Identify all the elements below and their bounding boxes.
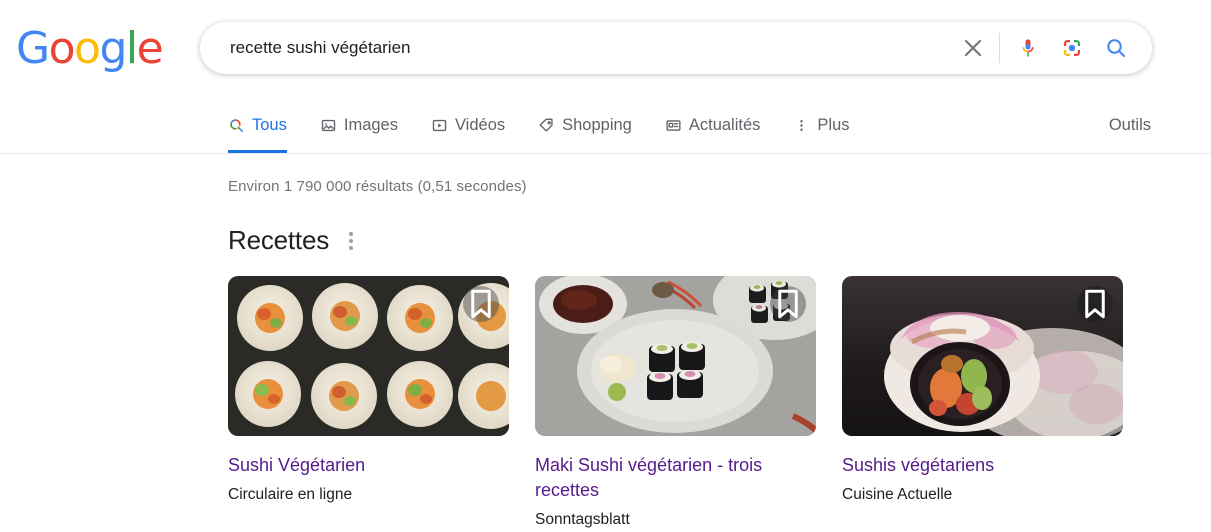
tab-label: Vidéos — [454, 115, 506, 134]
bookmark-icon — [1085, 289, 1105, 319]
microphone-icon[interactable] — [1006, 26, 1050, 70]
recipe-thumbnail[interactable] — [842, 276, 1123, 436]
results-area: Environ 1 790 000 résultats (0,51 second… — [0, 154, 1211, 531]
section-title: Recettes — [228, 225, 330, 255]
search-bar[interactable] — [200, 22, 1152, 74]
bookmark-icon — [471, 289, 491, 319]
search-bar-divider — [999, 33, 1000, 63]
tab-images[interactable]: Images — [320, 97, 415, 153]
clear-search-icon[interactable] — [951, 26, 995, 70]
save-recipe-button[interactable] — [770, 286, 806, 322]
recipe-thumbnail[interactable] — [535, 276, 816, 436]
tab-videos[interactable]: Vidéos — [431, 97, 522, 153]
recipe-source: Sonntagsblatt — [535, 511, 630, 528]
tab-plus[interactable]: Plus — [793, 97, 866, 153]
kebab-dot — [349, 231, 354, 236]
tag-icon — [538, 117, 555, 134]
news-icon — [665, 117, 682, 134]
video-icon — [431, 117, 448, 134]
tab-tous[interactable]: Tous — [228, 97, 304, 153]
logo-letter-e: e — [136, 23, 164, 74]
page-header: Google — [0, 0, 1211, 97]
recipe-card[interactable]: Sushis végétariens Cuisine Actuelle — [842, 276, 1123, 531]
logo-letter-g2: g — [99, 23, 127, 74]
tab-list: Tous Images Vidéos Shopping Actualités P… — [228, 97, 883, 153]
section-menu-icon[interactable] — [345, 228, 357, 254]
search-bar-actions — [951, 26, 1152, 70]
save-recipe-button[interactable] — [463, 286, 499, 322]
logo-letter-g1: G — [16, 23, 50, 74]
recipe-thumbnail[interactable] — [228, 276, 509, 436]
tab-label: Tous — [252, 115, 287, 134]
search-input[interactable] — [200, 22, 951, 74]
tab-label: Actualités — [688, 115, 761, 134]
recipe-source: Cuisine Actuelle — [842, 486, 953, 503]
google-logo[interactable]: Google — [16, 23, 164, 74]
logo-letter-o1: o — [48, 23, 76, 74]
recipe-source: Circulaire en ligne — [228, 486, 353, 503]
more-vert-icon — [793, 117, 810, 134]
recipe-card[interactable]: Maki Sushi végétarien - trois recettes S… — [535, 276, 816, 531]
recipe-title[interactable]: Sushi Végétarien — [228, 453, 478, 478]
search-icon — [228, 117, 245, 134]
search-submit-icon[interactable] — [1094, 26, 1138, 70]
recipe-title[interactable]: Maki Sushi végétarien - trois recettes — [535, 453, 785, 503]
save-recipe-button[interactable] — [1077, 286, 1113, 322]
recipe-card-list: Sushi Végétarien Circulaire en ligne Mak… — [228, 276, 1211, 531]
image-icon — [320, 117, 337, 134]
logo-letter-o2: o — [74, 23, 101, 74]
tab-shopping[interactable]: Shopping — [538, 97, 649, 153]
search-nav-tabs: Tous Images Vidéos Shopping Actualités P… — [0, 97, 1211, 154]
recipe-card[interactable]: Sushi Végétarien Circulaire en ligne — [228, 276, 509, 531]
tab-label: Images — [343, 115, 398, 134]
tab-label: Shopping — [562, 115, 632, 134]
tab-actualites[interactable]: Actualités — [665, 97, 778, 153]
google-lens-icon[interactable] — [1050, 26, 1094, 70]
kebab-dot — [349, 238, 354, 243]
logo-letter-l: l — [125, 23, 138, 74]
recipe-title[interactable]: Sushis végétariens — [842, 453, 1092, 478]
result-stats: Environ 1 790 000 résultats (0,51 second… — [228, 178, 527, 195]
tools-label: Outils — [1108, 115, 1151, 134]
tools-button[interactable]: Outils — [1109, 97, 1151, 153]
tab-label: Plus — [817, 115, 850, 134]
recipes-section-header: Recettes — [228, 225, 1211, 256]
kebab-dot — [349, 245, 354, 250]
bookmark-icon — [778, 289, 798, 319]
